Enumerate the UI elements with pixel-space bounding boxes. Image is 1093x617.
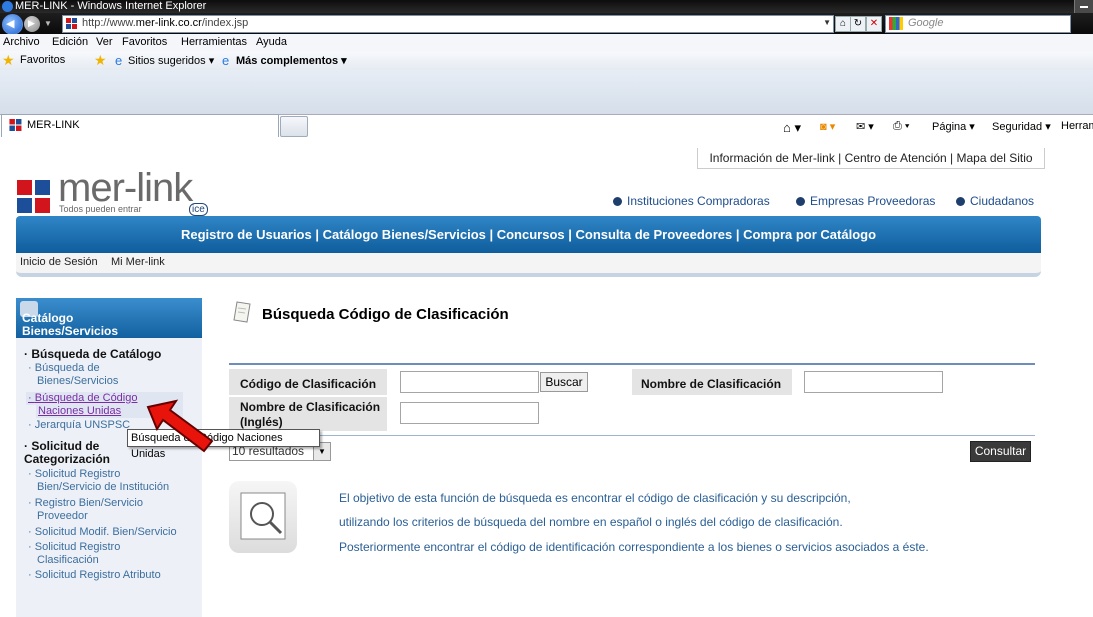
buscar-button[interactable]: Buscar [540, 372, 588, 392]
tools-menu[interactable]: Herramientas [1061, 120, 1093, 132]
ice-badge: ice [189, 203, 208, 216]
search-placeholder: Google [908, 17, 944, 29]
bullet-icon [613, 197, 622, 206]
section-solicitud-1: · Solicitud de [24, 439, 100, 453]
add-favorite-icon[interactable]: ★ [94, 52, 107, 69]
sidebar-item-proveedor[interactable]: Proveedor [37, 510, 88, 523]
sidebar-item-registro-bien[interactable]: · Registro Bien/Servicio [28, 497, 143, 510]
more-addons-link[interactable]: Más complementos ▾ [236, 54, 347, 67]
red-arrow-icon [146, 399, 214, 453]
tab-merlink[interactable]: MER-LINK [1, 114, 279, 137]
page-menu[interactable]: Página ▾ [932, 120, 975, 133]
suggested-sites-link[interactable]: Sitios sugeridos ▾ [128, 54, 214, 67]
description-line-3: Posteriormente encontrar el código de id… [339, 540, 929, 554]
sub-navigation: Inicio de Sesión Mi Mer-link [16, 253, 1041, 277]
menu-archivo[interactable]: Archivo [3, 36, 40, 48]
menu-edicion[interactable]: Edición [52, 36, 88, 48]
ie-page-icon: e [115, 53, 123, 68]
favorites-star-icon: ★ [2, 52, 15, 68]
url-input[interactable]: http://www.mer-link.co.cr/index.jsp ▼ [62, 15, 834, 33]
sidebar-header: Catálogo Bienes/Servicios [16, 298, 202, 338]
link-empresas[interactable]: Empresas Proveedoras [796, 194, 935, 208]
section-solicitud-2: Categorización [24, 452, 111, 466]
bullet-icon [956, 197, 965, 206]
logo-tagline: Todos pueden entrar [59, 204, 142, 214]
login-link[interactable]: Inicio de Sesión [20, 256, 98, 268]
magnifier-icon [229, 481, 297, 553]
consultar-button[interactable]: Consultar [970, 441, 1031, 462]
bullet-icon [796, 197, 805, 206]
minimize-button[interactable] [1074, 0, 1093, 13]
menu-favoritos[interactable]: Favoritos [122, 36, 167, 48]
print-icon[interactable]: ⎙ ▾ [893, 120, 909, 133]
description-line-1: El objetivo de esta función de búsqueda … [339, 491, 851, 505]
favorites-bar: ★ Favoritos ★ e Sitios sugeridos ▾ e Más… [0, 51, 1093, 71]
code-label: Código de Clasificación [240, 377, 377, 391]
address-bar-row: ▼ http://www.mer-link.co.cr/index.jsp ▼ … [0, 13, 1093, 35]
history-dropdown-icon[interactable]: ▼ [44, 19, 52, 28]
sidebar-item-jerarquia[interactable]: · Jerarquía UNSPSC [28, 419, 130, 432]
sidebar-title-2: Bienes/Servicios [22, 324, 119, 338]
tab-favicon-icon [9, 119, 22, 131]
mail-icon[interactable]: ✉ ▾ [856, 120, 874, 133]
home-icon[interactable]: ⌂ ▾ [783, 120, 801, 136]
merlink-favicon-icon [66, 18, 77, 29]
security-menu[interactable]: Seguridad ▾ [992, 120, 1051, 133]
sidebar-item-busqueda-bienes-2[interactable]: Bienes/Servicios [37, 375, 118, 388]
search-input[interactable]: Google [885, 15, 1071, 33]
tab-label: MER-LINK [27, 119, 80, 131]
sidebar-item-solicitud-registro-2[interactable]: · Solicitud Registro [28, 541, 120, 554]
description-line-2: utilizando los criterios de búsqueda del… [339, 515, 843, 529]
window-title: MER-LINK - Windows Internet Explorer [15, 0, 207, 12]
url-text: http://www.mer-link.co.cr/index.jsp [82, 17, 249, 29]
favorites-button[interactable]: Favoritos [20, 54, 65, 66]
menu-ayuda[interactable]: Ayuda [256, 36, 287, 48]
main-navigation[interactable]: Registro de Usuarios | Catálogo Bienes/S… [16, 216, 1041, 253]
link-instituciones[interactable]: Instituciones Compradoras [613, 194, 770, 208]
notepad-icon [233, 301, 251, 323]
menu-herramientas[interactable]: Herramientas [181, 36, 247, 48]
page-title: Búsqueda Código de Clasificación [262, 306, 509, 323]
link-ciudadanos[interactable]: Ciudadanos [956, 194, 1034, 208]
code-input[interactable] [400, 371, 539, 393]
sidebar-item-solicitud-atributo[interactable]: · Solicitud Registro Atributo [28, 569, 161, 582]
menu-bar: Archivo Edición Ver Favoritos Herramient… [0, 34, 1093, 52]
ie-page-icon-2: e [222, 53, 230, 68]
back-button[interactable] [2, 14, 23, 35]
name-en-input[interactable] [400, 402, 539, 424]
stop-icon[interactable]: ✕ [866, 16, 882, 32]
forward-button[interactable] [24, 16, 40, 32]
sidebar-item-clasificacion[interactable]: Clasificación [37, 554, 99, 567]
sidebar-title-1: Catálogo [22, 311, 74, 325]
page-viewport: Información de Mer-link | Centro de Aten… [0, 144, 1093, 617]
window-title-bar: MER-LINK - Windows Internet Explorer [0, 0, 1093, 13]
section-busqueda-catalogo: · Búsqueda de Catálogo [24, 347, 162, 361]
merlink-logo[interactable]: mer-link Todos pueden entrar ice [14, 166, 224, 219]
tab-row-background [0, 70, 1093, 115]
feeds-icon[interactable]: ◙ ▾ [820, 120, 835, 133]
new-tab-button[interactable] [280, 116, 308, 137]
merlink-logo-icon [17, 180, 50, 213]
name-label: Nombre de Clasificación [641, 377, 782, 391]
name-input[interactable] [804, 371, 943, 393]
sidebar-item-bien-institucion[interactable]: Bien/Servicio de Institución [37, 481, 169, 494]
tab-bar: MER-LINK ⌂ ▾ ◙ ▾ ✉ ▾ ⎙ ▾ Página ▾ Seguri… [0, 70, 1093, 144]
sidebar-item-solicitud-modif[interactable]: · Solicitud Modif. Bien/Servicio [28, 526, 177, 539]
sidebar-item-busqueda-bienes[interactable]: · Búsqueda de [28, 362, 100, 375]
google-icon [889, 17, 903, 30]
menu-ver[interactable]: Ver [96, 36, 113, 48]
search-form: Código de Clasificación Buscar Nombre de… [229, 363, 1035, 436]
name-en-label-2: (Inglés) [240, 415, 283, 429]
sidebar-item-solicitud-registro[interactable]: · Solicitud Registro [28, 468, 120, 481]
my-merlink-link[interactable]: Mi Mer-link [111, 256, 165, 268]
ie-logo-icon [2, 1, 13, 12]
top-links[interactable]: Información de Mer-link | Centro de Aten… [697, 148, 1045, 169]
compat-view-icon[interactable]: ⌂ [835, 16, 851, 32]
url-dropdown-icon[interactable]: ▼ [823, 18, 831, 27]
name-en-label-1: Nombre de Clasificación [240, 400, 381, 414]
refresh-icon[interactable]: ↻ [850, 16, 866, 32]
